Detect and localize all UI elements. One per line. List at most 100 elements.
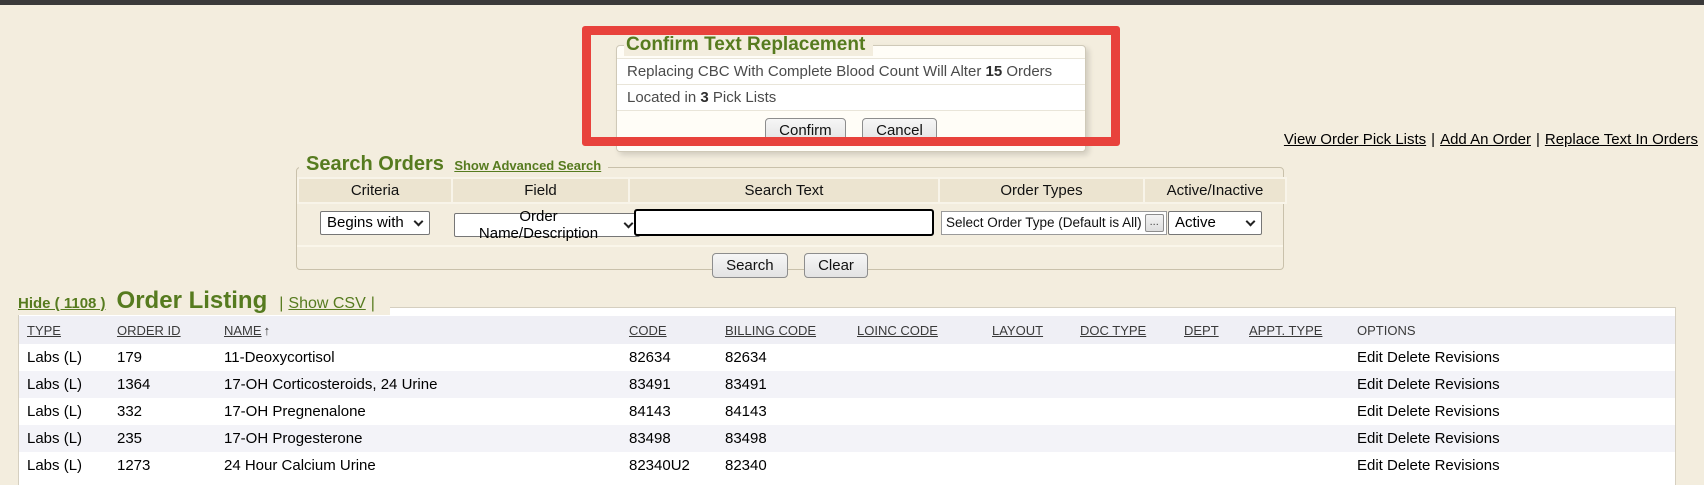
cell-loinc-code	[849, 398, 984, 425]
table-row: Labs (L)127324 Hour Calcium Urine82340U2…	[19, 452, 1675, 479]
delete-link[interactable]: Delete	[1387, 430, 1430, 447]
search-text-input[interactable]	[634, 209, 934, 236]
cell-order-id: 332	[109, 398, 216, 425]
revisions-link[interactable]: Revisions	[1435, 349, 1500, 366]
order-listing-title: Order Listing	[117, 287, 268, 315]
dialog-button-row: Confirm Cancel	[617, 110, 1085, 151]
cell-code: 83498	[621, 425, 717, 452]
column-label[interactable]: TYPE	[27, 323, 61, 338]
cell-layout	[984, 371, 1072, 398]
active-inactive-select[interactable]: Active	[1168, 211, 1262, 235]
cell-name: 17-OH Corticosteroids, 24 Urine	[216, 371, 621, 398]
cell-dept	[1176, 398, 1241, 425]
edit-link[interactable]: Edit	[1357, 457, 1383, 474]
column-header-code[interactable]: CODE	[621, 316, 717, 344]
table-row: Labs (L)17911-Deoxycortisol8263482634Edi…	[19, 344, 1675, 371]
order-type-control[interactable]: Select Order Type (Default is All) ...	[941, 211, 1167, 235]
search-orders-title: Search Orders	[306, 153, 444, 175]
delete-link[interactable]: Delete	[1387, 349, 1430, 366]
search-column-order-types: Order Types	[939, 178, 1144, 203]
revisions-link[interactable]: Revisions	[1435, 457, 1500, 474]
column-label[interactable]: LAYOUT	[992, 323, 1043, 338]
edit-link[interactable]: Edit	[1357, 376, 1383, 393]
column-label[interactable]: DEPT	[1184, 323, 1219, 338]
field-select[interactable]: Order Name/Description	[454, 213, 640, 237]
cell-appt-type	[1241, 398, 1349, 425]
show-advanced-search-link[interactable]: Show Advanced Search	[454, 158, 601, 173]
column-label[interactable]: NAME	[224, 323, 262, 338]
column-label[interactable]: CODE	[629, 323, 667, 338]
cell-layout	[984, 398, 1072, 425]
chevron-down-icon	[1246, 216, 1256, 226]
table-row: Labs (L)136417-OH Corticosteroids, 24 Ur…	[19, 371, 1675, 398]
column-label: OPTIONS	[1357, 323, 1416, 338]
search-column-active-inactive: Active/Inactive	[1144, 178, 1286, 203]
cell-doc-type	[1072, 452, 1176, 479]
criteria-value: Begins with	[327, 214, 404, 231]
chevron-down-icon	[414, 216, 424, 226]
cell-layout	[984, 452, 1072, 479]
order-type-browse-button[interactable]: ...	[1145, 214, 1164, 232]
cell-code: 82340U2	[621, 452, 717, 479]
cancel-button[interactable]: Cancel	[862, 118, 937, 143]
cell-doc-type	[1072, 371, 1176, 398]
column-label[interactable]: APPT. TYPE	[1249, 323, 1322, 338]
cell-options: Edit Delete Revisions	[1349, 371, 1675, 398]
delete-link[interactable]: Delete	[1387, 457, 1430, 474]
revisions-link[interactable]: Revisions	[1435, 376, 1500, 393]
criteria-select[interactable]: Begins with	[320, 211, 430, 235]
column-header-options: OPTIONS	[1349, 316, 1675, 344]
active-value: Active	[1175, 214, 1216, 231]
revisions-link[interactable]: Revisions	[1435, 430, 1500, 447]
dialog-box: Replacing CBC With Complete Blood Count …	[616, 45, 1086, 152]
picklists-count: 3	[700, 89, 708, 106]
top-nav-links: View Order Pick Lists|Add An Order|Repla…	[1284, 131, 1698, 148]
cell-code: 82634	[621, 344, 717, 371]
column-label[interactable]: DOC TYPE	[1080, 323, 1146, 338]
dialog-title: Confirm Text Replacement	[624, 34, 873, 56]
cell-options: Edit Delete Revisions	[1349, 398, 1675, 425]
column-header-layout[interactable]: LAYOUT	[984, 316, 1072, 344]
nav-link-view-order-pick-lists[interactable]: View Order Pick Lists	[1284, 131, 1426, 148]
column-header-doc-type[interactable]: DOC TYPE	[1072, 316, 1176, 344]
column-header-dept[interactable]: DEPT	[1176, 316, 1241, 344]
cell-options: Edit Delete Revisions	[1349, 452, 1675, 479]
edit-link[interactable]: Edit	[1357, 403, 1383, 420]
chevron-down-icon	[624, 219, 634, 229]
clear-button[interactable]: Clear	[804, 253, 868, 278]
column-header-loinc-code[interactable]: LOINC CODE	[849, 316, 984, 344]
column-header-appt-type[interactable]: APPT. TYPE	[1241, 316, 1349, 344]
edit-link[interactable]: Edit	[1357, 430, 1383, 447]
delete-link[interactable]: Delete	[1387, 376, 1430, 393]
cell-order-id: 235	[109, 425, 216, 452]
column-label[interactable]: ORDER ID	[117, 323, 181, 338]
column-header-name[interactable]: NAME↑	[216, 316, 621, 344]
separator: |	[1536, 131, 1540, 148]
cell-order-id: 1273	[109, 452, 216, 479]
edit-link[interactable]: Edit	[1357, 349, 1383, 366]
search-controls-row: Begins with Order Name/Description Selec…	[298, 203, 1286, 239]
hide-count-link[interactable]: Hide ( 1108 )	[18, 295, 106, 312]
column-header-order-id[interactable]: ORDER ID	[109, 316, 216, 344]
show-csv-link[interactable]: Show CSV	[288, 295, 365, 313]
nav-link-replace-text-in-orders[interactable]: Replace Text In Orders	[1545, 131, 1698, 148]
table-row: Labs (L)23517-OH Progesterone8349883498E…	[19, 425, 1675, 452]
cell-billing-code: 84143	[717, 398, 849, 425]
nav-link-add-an-order[interactable]: Add An Order	[1440, 131, 1531, 148]
order-type-value: Select Order Type (Default is All)	[946, 215, 1142, 230]
column-header-type[interactable]: TYPE	[19, 316, 109, 344]
cell-code: 83491	[621, 371, 717, 398]
column-label[interactable]: BILLING CODE	[725, 323, 816, 338]
column-label[interactable]: LOINC CODE	[857, 323, 938, 338]
search-button-row: Search Clear	[297, 245, 1283, 278]
search-header-row: CriteriaFieldSearch TextOrder TypesActiv…	[298, 178, 1286, 203]
sort-arrow-icon: ↑	[264, 323, 271, 338]
search-button[interactable]: Search	[712, 253, 788, 278]
cell-dept	[1176, 425, 1241, 452]
cell-order-id: 1364	[109, 371, 216, 398]
delete-link[interactable]: Delete	[1387, 403, 1430, 420]
cell-order-id: 179	[109, 344, 216, 371]
column-header-billing-code[interactable]: BILLING CODE	[717, 316, 849, 344]
revisions-link[interactable]: Revisions	[1435, 403, 1500, 420]
confirm-button[interactable]: Confirm	[765, 118, 846, 143]
